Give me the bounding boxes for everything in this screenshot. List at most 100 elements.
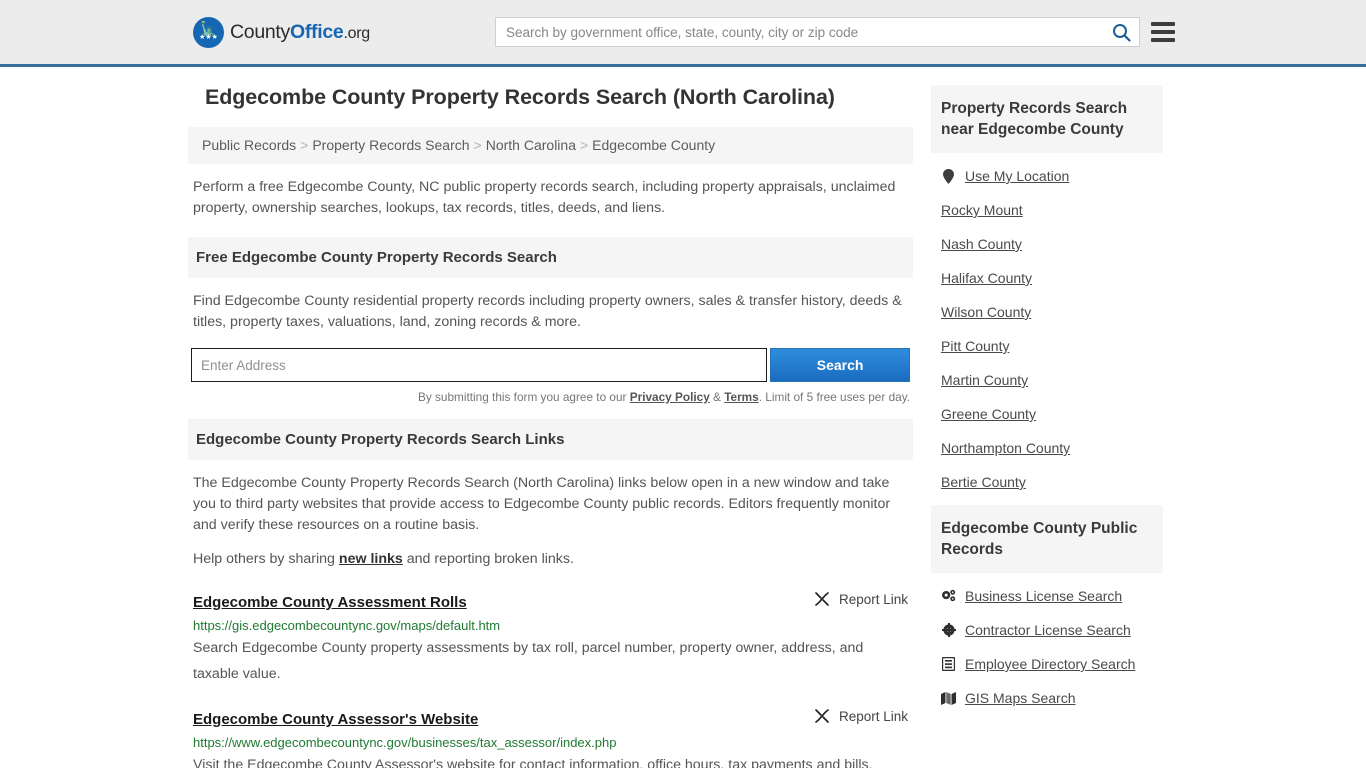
link-entry: Edgecombe County Assessment Rolls Report …	[188, 591, 913, 687]
sidebar-item-label[interactable]: Wilson County	[941, 304, 1031, 320]
link-entry-description: Search Edgecombe County property assessm…	[193, 640, 864, 682]
sidebar-item[interactable]: Use My Location	[941, 159, 1163, 193]
sidebar-item-label[interactable]: Employee Directory Search	[965, 656, 1135, 672]
new-links-link[interactable]: new links	[339, 551, 403, 567]
disclaimer-amp: &	[709, 390, 725, 404]
sidebar-item[interactable]: Wilson County	[941, 295, 1163, 329]
map-pin-icon	[943, 168, 954, 184]
breadcrumb-item-3[interactable]: Edgecombe County	[592, 137, 715, 153]
sidebar-item[interactable]: Greene County	[941, 397, 1163, 431]
logo-text-part2: Office	[290, 20, 344, 43]
search-icon	[1112, 23, 1131, 42]
form-disclaimer: By submitting this form you agree to our…	[188, 390, 913, 404]
links-section-paragraph: The Edgecombe County Property Records Se…	[193, 475, 891, 533]
sidebar-public-records-list: Business License Search Contractor Licens…	[931, 573, 1163, 715]
link-entry-header: Edgecombe County Assessment Rolls Report …	[193, 591, 908, 612]
eagle-seal-icon: 🗽 ★★★	[193, 16, 224, 48]
sidebar: Property Records Search near Edgecombe C…	[931, 85, 1163, 768]
hamburger-bar	[1151, 38, 1175, 42]
link-entry-header: Edgecombe County Assessor's Website Repor…	[193, 708, 908, 729]
sidebar-item-label[interactable]: Nash County	[941, 236, 1022, 252]
help-text-before: Help others by sharing	[193, 551, 339, 567]
breadcrumb: Public Records > Property Records Search > N…	[188, 127, 913, 164]
link-entry-title[interactable]: Edgecombe County Assessor's Website	[193, 711, 478, 728]
privacy-policy-link[interactable]: Privacy Policy	[630, 390, 710, 404]
global-search-input[interactable]	[496, 18, 1103, 46]
help-text-after: and reporting broken links.	[402, 551, 574, 567]
sidebar-item[interactable]: Business License Search	[941, 579, 1163, 613]
link-entry-url: https://gis.edgecombecountync.gov/maps/d…	[193, 618, 501, 633]
sidebar-item-label[interactable]: Martin County	[941, 372, 1028, 388]
map-icon	[941, 691, 956, 705]
report-link-button[interactable]: Report Link	[814, 591, 908, 607]
sidebar-item-label[interactable]: Greene County	[941, 406, 1036, 422]
sidebar-item-label[interactable]: GIS Maps Search	[965, 690, 1076, 706]
hamburger-bar	[1151, 22, 1175, 26]
links-section-heading: Edgecombe County Property Records Search…	[188, 419, 913, 460]
sidebar-nearby-list: Use My Location Rocky Mount Nash County Hal…	[931, 153, 1163, 499]
sidebar-item[interactable]: Employee Directory Search	[941, 647, 1163, 681]
sidebar-item-label[interactable]: Rocky Mount	[941, 202, 1023, 218]
report-link-label: Report Link	[838, 591, 908, 607]
sidebar-public-records-heading: Edgecombe County Public Records	[931, 505, 1163, 573]
breadcrumb-item-2[interactable]: North Carolina	[486, 137, 576, 153]
page-intro-text: Perform a free Edgecombe County, NC publ…	[193, 179, 896, 216]
sidebar-item-label[interactable]: Northampton County	[941, 440, 1070, 456]
sidebar-public-records-panel: Edgecombe County Public Records Business…	[931, 505, 1163, 715]
header-search-box	[495, 17, 1140, 47]
list-alt-icon	[942, 657, 955, 671]
sidebar-item[interactable]: Rocky Mount	[941, 193, 1163, 227]
report-link-button[interactable]: Report Link	[814, 708, 908, 724]
sidebar-item-label[interactable]: Contractor License Search	[965, 622, 1131, 638]
sidebar-item[interactable]: Contractor License Search	[941, 613, 1163, 647]
logo-text-part3: .org	[343, 24, 370, 42]
breadcrumb-item-0[interactable]: Public Records	[202, 137, 296, 153]
sidebar-item-label[interactable]: Use My Location	[965, 168, 1069, 184]
address-search-button[interactable]: Search	[770, 348, 910, 382]
breadcrumb-separator: >	[300, 137, 309, 153]
link-entry-description: Visit the Edgecombe County Assessor's we…	[193, 757, 873, 768]
gear-icon	[941, 623, 956, 637]
free-search-heading: Free Edgecombe County Property Records S…	[188, 237, 913, 278]
hamburger-menu-icon[interactable]	[1151, 19, 1175, 45]
link-entry: Edgecombe County Assessor's Website Repor…	[188, 708, 913, 768]
broken-link-icon	[815, 592, 829, 606]
disclaimer-text-before: By submitting this form you agree to our	[417, 390, 630, 404]
logo-text-part1: County	[230, 20, 290, 43]
sidebar-nearby-panel: Property Records Search near Edgecombe C…	[931, 85, 1163, 499]
sidebar-item-label[interactable]: Bertie County	[941, 474, 1026, 490]
search-submit-button[interactable]	[1103, 18, 1139, 46]
logo-text: CountyOffice.org	[230, 21, 370, 44]
address-input[interactable]	[191, 348, 768, 382]
broken-link-icon	[815, 709, 829, 723]
sidebar-item[interactable]: GIS Maps Search	[941, 681, 1163, 715]
sidebar-item-label[interactable]: Pitt County	[941, 338, 1009, 354]
breadcrumb-separator: >	[473, 137, 482, 153]
sidebar-item-label[interactable]: Halifax County	[941, 270, 1032, 286]
sidebar-item[interactable]: Nash County	[941, 227, 1163, 261]
map-pin-icon	[941, 168, 956, 184]
link-entry-title[interactable]: Edgecombe County Assessment Rolls	[193, 594, 467, 611]
sidebar-item-label[interactable]: Business License Search	[965, 588, 1122, 604]
breadcrumb-separator: >	[579, 137, 589, 153]
address-search-form: Search	[188, 348, 913, 382]
link-entry-list: Edgecombe County Assessment Rolls Report …	[188, 591, 913, 768]
link-entry-url: https://www.edgecombecountync.gov/busine…	[193, 735, 617, 750]
gear-icon	[941, 623, 956, 637]
site-header: 🗽 ★★★ CountyOffice.org	[0, 0, 1366, 67]
report-link-label: Report Link	[838, 708, 908, 724]
sidebar-item[interactable]: Martin County	[941, 363, 1163, 397]
cogs-icon	[941, 589, 956, 603]
terms-link[interactable]: Terms	[724, 390, 759, 404]
sidebar-item[interactable]: Northampton County	[941, 431, 1163, 465]
list-alt-icon	[941, 657, 956, 671]
sidebar-item[interactable]: Pitt County	[941, 329, 1163, 363]
sidebar-item[interactable]: Halifax County	[941, 261, 1163, 295]
page-title: Edgecombe County Property Records Search…	[205, 85, 835, 109]
breadcrumb-item-1[interactable]: Property Records Search	[312, 137, 469, 153]
disclaimer-text-after: . Limit of 5 free uses per day.	[758, 390, 910, 404]
free-search-description: Find Edgecombe County residential proper…	[193, 293, 902, 330]
site-logo[interactable]: 🗽 ★★★ CountyOffice.org	[193, 16, 370, 48]
sidebar-item[interactable]: Bertie County	[941, 465, 1163, 499]
main-content: Edgecombe County Property Records Search…	[188, 85, 913, 768]
